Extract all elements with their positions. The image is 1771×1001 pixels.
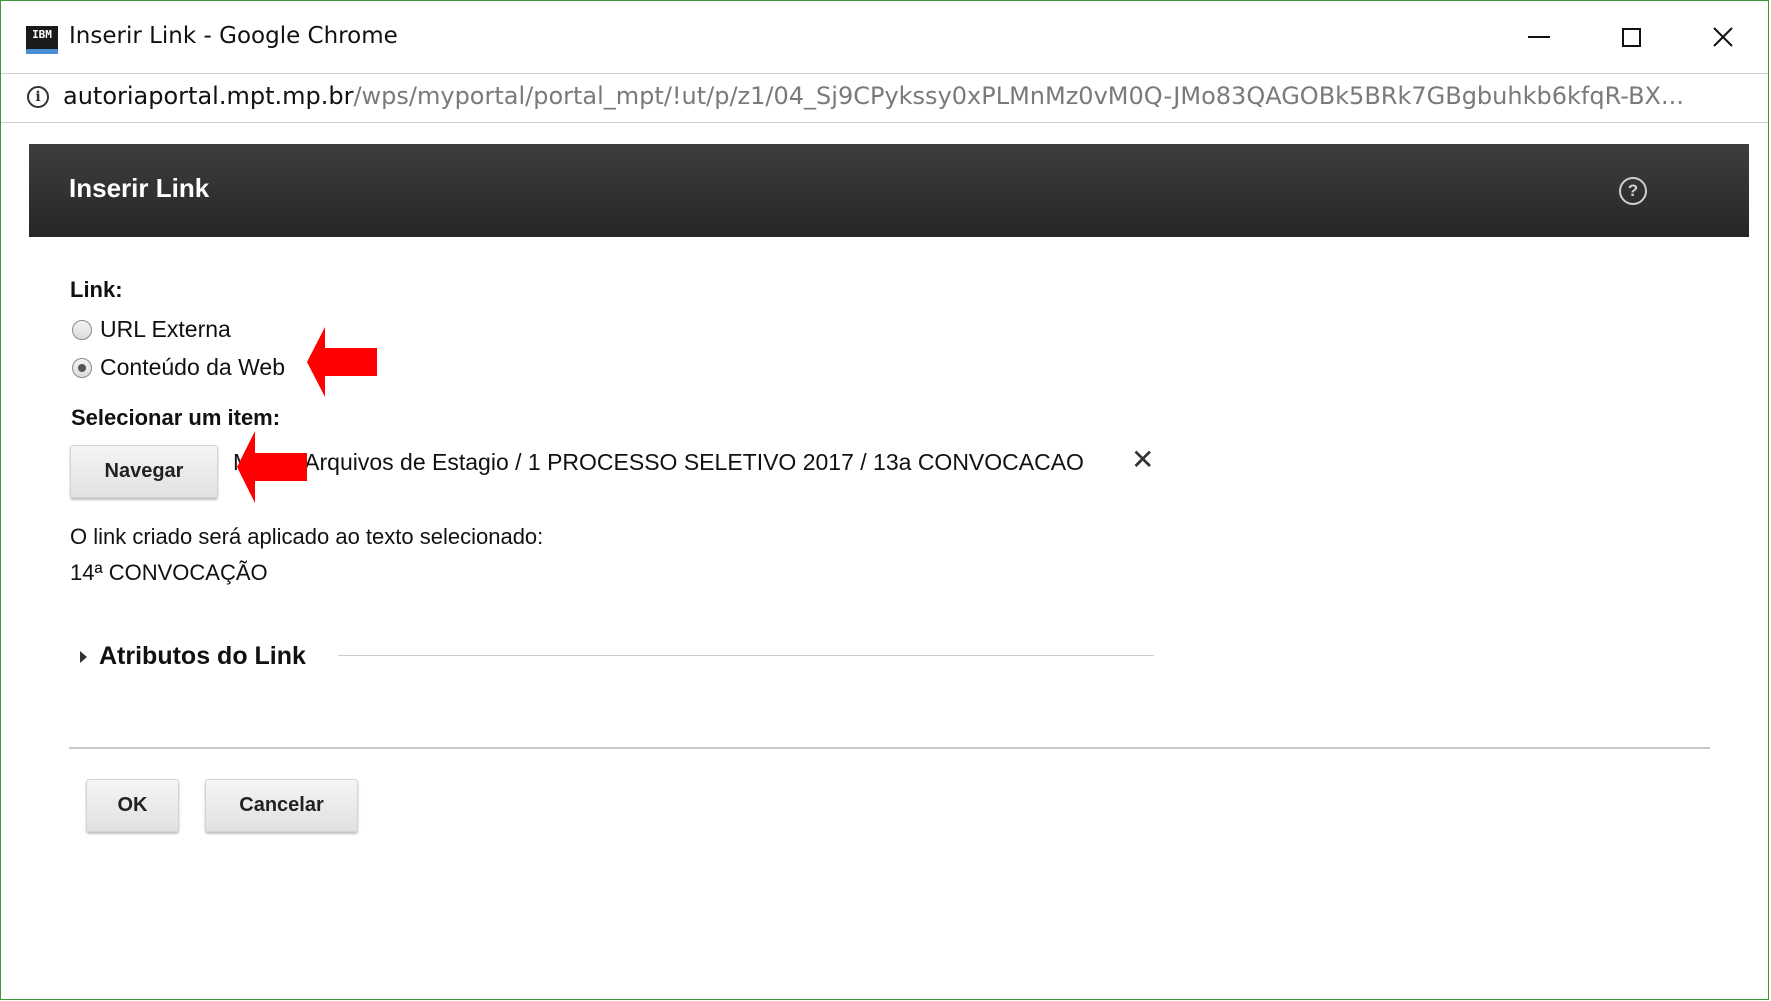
url-text[interactable]: autoriaportal.mpt.mp.br/wps/myportal/por… (63, 82, 1753, 110)
dialog-header: Inserir Link ? (29, 144, 1749, 237)
radio-label-url-externa: URL Externa (100, 316, 231, 342)
info-circle-icon[interactable]: i (27, 86, 49, 108)
red-arrow-left-icon (237, 431, 307, 503)
browse-button[interactable]: Navegar (70, 445, 218, 498)
applied-text-label: O link criado será aplicado ao texto sel… (70, 524, 544, 549)
close-window-button[interactable] (1693, 15, 1753, 59)
help-circle-icon[interactable]: ? (1619, 177, 1647, 205)
selected-item-path-text: Arquivos de Estagio / 1 PROCESSO SELETIV… (304, 449, 1084, 475)
link-label: Link: (70, 277, 123, 302)
url-path: /wps/myportal/portal_mpt/!ut/p/z1/04_Sj9… (353, 82, 1684, 110)
radio-conteudo-web[interactable]: Conteúdo da Web (72, 354, 285, 381)
dialog-title: Inserir Link (69, 173, 210, 203)
radio-url-externa[interactable]: URL Externa (72, 316, 231, 343)
ibm-app-icon: IBM (26, 26, 58, 54)
applied-text-value: 14ª CONVOCAÇÃO (70, 560, 268, 585)
selected-item-path: MArquivos de Estagio / 1 PROCESSO SELETI… (233, 449, 1084, 476)
cancel-button[interactable]: Cancelar (205, 779, 358, 832)
maximize-icon (1621, 27, 1641, 47)
url-domain: autoriaportal.mpt.mp.br (63, 82, 354, 110)
footer-divider (69, 747, 1710, 749)
address-bar[interactable]: i autoriaportal.mpt.mp.br/wps/myportal/p… (1, 73, 1768, 123)
radio-button-url-externa[interactable] (72, 319, 92, 340)
close-icon (1713, 27, 1733, 47)
link-attributes-title: Atributos do Link (99, 642, 306, 670)
minimize-icon (1528, 36, 1550, 38)
window-title: Inserir Link - Google Chrome (69, 23, 398, 49)
ok-button[interactable]: OK (86, 779, 179, 832)
select-item-label: Selecionar um item: (71, 405, 281, 430)
title-bar: IBM Inserir Link - Google Chrome (1, 1, 1768, 73)
radio-label-conteudo-web: Conteúdo da Web (100, 354, 285, 380)
red-arrow-left-icon (307, 327, 377, 397)
section-divider (338, 655, 1154, 656)
caret-right-icon (80, 650, 87, 663)
radio-button-conteudo-web[interactable] (72, 357, 92, 378)
close-x-icon[interactable]: ✕ (1131, 445, 1154, 475)
maximize-button[interactable] (1601, 15, 1661, 59)
browser-popup-window: IBM Inserir Link - Google Chrome i autor… (0, 0, 1769, 1000)
minimize-button[interactable] (1509, 15, 1569, 59)
link-attributes-toggle[interactable]: Atributos do Link (80, 642, 306, 671)
